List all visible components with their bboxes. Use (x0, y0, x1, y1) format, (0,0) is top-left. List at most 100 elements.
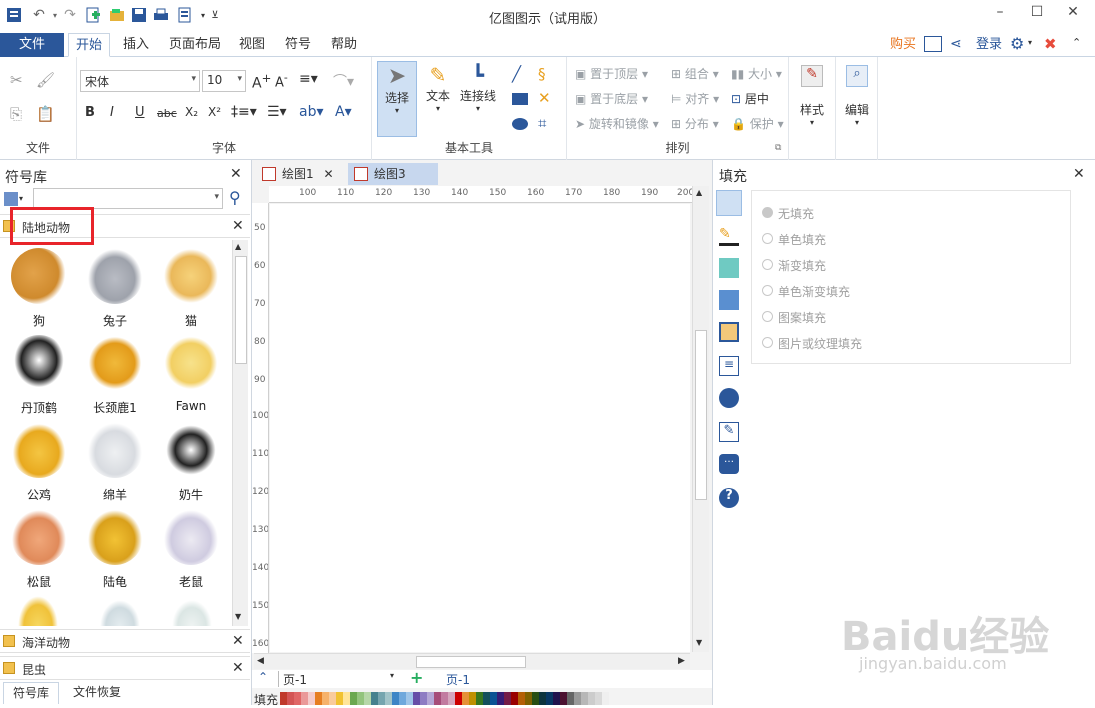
symbol-rooster[interactable]: 公鸡 (4, 422, 74, 503)
color-swatch[interactable] (546, 692, 553, 705)
canvas-hscroll-thumb[interactable] (416, 656, 526, 668)
align-icon[interactable]: ≡▾ (299, 71, 318, 87)
category-insects[interactable]: 昆虫 ✕ (0, 656, 250, 680)
canvas-vertical-scrollbar[interactable]: ▲ ▼ (692, 186, 709, 652)
color-swatch[interactable] (420, 692, 427, 705)
bird-icon[interactable] (100, 600, 140, 626)
subscript-button[interactable]: X₂ (185, 105, 198, 119)
color-swatch[interactable] (294, 692, 301, 705)
library-scrollbar[interactable]: ▲ ▼ (232, 240, 248, 626)
category-marine-animals[interactable]: 海洋动物 ✕ (0, 629, 250, 653)
fill-option-none[interactable]: 无填充 (762, 205, 814, 222)
goat-icon[interactable] (172, 600, 212, 626)
tab-drawing-1[interactable]: 绘图1 ✕ (256, 163, 344, 185)
color-swatch[interactable] (336, 692, 343, 705)
settings-dropdown-icon[interactable]: ▾ (1028, 38, 1032, 47)
close-category-icon[interactable]: ✕ (232, 218, 244, 234)
color-swatch[interactable] (287, 692, 294, 705)
tab-symbol[interactable]: 符号 (280, 33, 316, 57)
color-swatch[interactable] (560, 692, 567, 705)
symbol-squirrel[interactable]: 松鼠 (4, 509, 74, 590)
color-swatch[interactable] (364, 692, 371, 705)
scroll-up-icon[interactable]: ▲ (235, 242, 241, 251)
curve-tool-icon[interactable]: § (538, 65, 546, 83)
font-size-select[interactable]: 10 ▾ (202, 70, 246, 92)
share-icon[interactable]: ⋖ (950, 36, 962, 52)
protect-button[interactable]: 🔒 保护 ▾ (731, 115, 784, 132)
select-tool-button[interactable]: ➤ 选择 ▾ (377, 61, 417, 137)
tab-file-recovery[interactable]: 文件恢复 (64, 682, 130, 704)
bold-button[interactable]: B (85, 105, 95, 120)
canvas-horizontal-scrollbar[interactable]: ◀ ▶ (254, 653, 690, 669)
attachment-icon[interactable]: ✎ (719, 422, 739, 442)
add-page-icon[interactable]: + (410, 668, 423, 687)
symbol-rabbit[interactable]: 兔子 (80, 248, 150, 329)
underline-button[interactable]: U (135, 105, 145, 120)
library-menu-icon[interactable] (4, 192, 18, 206)
fill-option-pattern[interactable]: 图案填充 (762, 309, 826, 326)
scroll-up-icon[interactable]: ▲ (696, 188, 702, 197)
comment-icon[interactable]: … (719, 454, 739, 474)
symbol-sheep[interactable]: 绵羊 (80, 422, 150, 503)
shadow-icon[interactable] (719, 258, 739, 278)
color-swatch[interactable] (343, 692, 350, 705)
maximize-button[interactable]: ☐ (1022, 4, 1052, 24)
connector-tool-button[interactable]: ┗ 连接线 ▾ (458, 61, 498, 137)
color-swatch[interactable] (483, 692, 490, 705)
symbol-tortoise[interactable]: 陆龟 (80, 509, 150, 590)
canvas-vscroll-thumb[interactable] (695, 330, 707, 500)
share-window-icon[interactable] (924, 36, 942, 52)
color-swatch[interactable] (399, 692, 406, 705)
page-nav-up-icon[interactable]: ⌃ (258, 670, 268, 684)
symbol-fawn[interactable]: Fawn (156, 335, 226, 413)
color-palette[interactable] (280, 690, 680, 705)
scroll-down-icon[interactable]: ▼ (235, 612, 241, 621)
color-swatch[interactable] (448, 692, 455, 705)
color-swatch[interactable] (518, 692, 525, 705)
line-color-icon[interactable]: ✎ (719, 226, 739, 246)
symbol-giraffe[interactable]: 长颈鹿1 (80, 335, 150, 416)
text-tool-button[interactable]: ✎ 文本 ▾ (422, 61, 454, 137)
color-swatch[interactable] (511, 692, 518, 705)
spacing-icon[interactable]: ⌒▾ (333, 71, 354, 91)
close-library-icon[interactable]: ✕ (230, 166, 242, 182)
tab-view[interactable]: 视图 (234, 33, 270, 57)
color-swatch[interactable] (532, 692, 539, 705)
color-swatch[interactable] (371, 692, 378, 705)
color-swatch[interactable] (322, 692, 329, 705)
layer-icon[interactable] (719, 322, 739, 342)
color-swatch[interactable] (280, 692, 287, 705)
color-swatch[interactable] (378, 692, 385, 705)
color-swatch[interactable] (567, 692, 574, 705)
color-swatch[interactable] (455, 692, 462, 705)
color-swatch[interactable] (539, 692, 546, 705)
color-swatch[interactable] (427, 692, 434, 705)
cut-icon[interactable]: ✂ (10, 71, 23, 89)
bring-front-button[interactable]: ▣ 置于顶层 ▾ (575, 65, 648, 82)
page-select[interactable]: 页-1 ▾ (278, 671, 398, 687)
minimize-button[interactable]: – (985, 4, 1015, 24)
text-color-icon[interactable]: ab▾ (299, 104, 324, 120)
collapse-ribbon-icon[interactable]: ⌃ (1072, 36, 1081, 49)
fill-option-gradient[interactable]: 渐变填充 (762, 257, 826, 274)
color-swatch[interactable] (602, 692, 609, 705)
paste-icon[interactable]: 📋 (36, 105, 55, 123)
color-swatch[interactable] (308, 692, 315, 705)
fill-option-solid[interactable]: 单色填充 (762, 231, 826, 248)
line-tool-icon[interactable]: ╱ (512, 65, 521, 83)
distribute-button[interactable]: ⊞ 分布 ▾ (671, 115, 719, 132)
arrange-launcher-icon[interactable]: ⧉ (775, 143, 781, 153)
align-button[interactable]: ⊨ 对齐 ▾ (671, 90, 719, 107)
duck-icon[interactable] (18, 596, 58, 626)
buy-link[interactable]: 购买 (886, 33, 920, 57)
color-swatch[interactable] (357, 692, 364, 705)
color-swatch[interactable] (301, 692, 308, 705)
close-fill-panel-icon[interactable]: ✕ (1073, 166, 1085, 182)
library-menu-dropdown-icon[interactable]: ▾ (19, 194, 23, 203)
color-swatch[interactable] (553, 692, 560, 705)
tab-start[interactable]: 开始 (68, 33, 110, 57)
superscript-button[interactable]: X² (208, 105, 221, 119)
tab-drawing-3[interactable]: 绘图3 (348, 163, 438, 185)
tab-symbol-library[interactable]: 符号库 (3, 682, 59, 704)
tab-insert[interactable]: 插入 (118, 33, 154, 57)
